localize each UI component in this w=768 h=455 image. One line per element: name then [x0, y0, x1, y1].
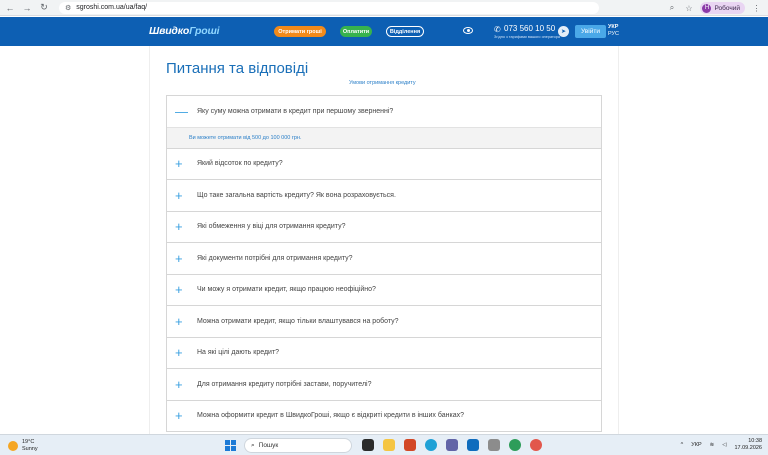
faq-question[interactable]: + Які документи потрібні для отримання кр…: [167, 243, 601, 274]
faq-question[interactable]: + Можна отримати кредит, якщо тільки влаш…: [167, 306, 601, 337]
faq-question-text: Для отримання кредиту потрібні застави, …: [197, 380, 372, 388]
zoom-icon[interactable]: ⌕: [666, 3, 677, 13]
get-money-button[interactable]: Отримати гроші: [274, 26, 326, 37]
clock[interactable]: 10:38 17.09.2026: [734, 438, 762, 452]
faq-item: + Чи можу я отримати кредит, якщо працюю …: [166, 273, 602, 306]
profile-label: Робочий: [714, 4, 740, 12]
faq-item: + На які цілі дають кредит?: [166, 336, 602, 369]
chevron-up-icon[interactable]: ^: [681, 442, 684, 448]
taskbar-search[interactable]: ⌕ Пошук: [244, 438, 352, 453]
phone-number[interactable]: 073 560 10 50: [504, 24, 555, 33]
chrome-icon[interactable]: [530, 439, 542, 451]
faq-item: + Які обмеження у віці для отримання кред…: [166, 210, 602, 243]
avatar: Н: [702, 3, 712, 13]
browser-toolbar: ← → ↻ ⚙ sgroshi.com.ua/ua/faq/ ⌕ ☆ Н Роб…: [0, 0, 768, 16]
conditions-link[interactable]: Умови отримання кредиту: [349, 80, 416, 86]
plus-icon: +: [175, 408, 183, 424]
faq-question-text: Які обмеження у віці для отримання креди…: [197, 223, 346, 231]
time: 10:38: [748, 438, 762, 444]
faq-item: + Що таке загальна вартість кредиту? Як в…: [166, 179, 602, 211]
url-text: sgroshi.com.ua/ua/faq/: [76, 4, 148, 11]
task-view-icon[interactable]: [362, 439, 374, 451]
edge-icon[interactable]: [425, 439, 437, 451]
faq-question-text: На які цілі дають кредит?: [197, 349, 280, 357]
faq-question[interactable]: + На які цілі дають кредит?: [167, 338, 601, 369]
menu-icon[interactable]: ⋮: [751, 4, 762, 13]
faq-question-text: Можна оформити кредит в ШвидкоГроші, якщ…: [197, 412, 464, 420]
pay-button[interactable]: Оплатити: [340, 26, 372, 37]
weather-condition: Sunny: [22, 445, 38, 452]
search-icon: ⌕: [251, 441, 255, 449]
site-info-icon[interactable]: ⚙: [65, 4, 71, 12]
office-icon[interactable]: [404, 439, 416, 451]
faq-question[interactable]: + Що таке загальна вартість кредиту? Як в…: [167, 180, 601, 211]
back-icon[interactable]: ←: [3, 1, 17, 15]
faq-question[interactable]: + Які обмеження у віці для отримання кред…: [167, 212, 601, 243]
faq-question-text: Які документи потрібні для отримання кре…: [197, 254, 353, 262]
plus-icon: +: [175, 156, 183, 172]
logo-main: Швидко: [149, 25, 190, 37]
settings-icon[interactable]: [488, 439, 500, 451]
sun-icon: [8, 440, 18, 451]
faq-question[interactable]: + Який відсоток по кредиту?: [167, 149, 601, 180]
plus-icon: +: [175, 282, 183, 298]
profile-button[interactable]: Н Робочий: [700, 2, 745, 14]
language-indicator[interactable]: УКР: [691, 442, 701, 448]
page-title: Питання та відповіді: [166, 60, 309, 77]
faq-question-text: Можна отримати кредит, якщо тільки влашт…: [197, 317, 399, 325]
search-placeholder: Пошук: [258, 442, 279, 449]
plus-icon: +: [175, 219, 183, 235]
wifi-icon[interactable]: ≋: [710, 442, 715, 448]
reload-icon[interactable]: ↻: [37, 1, 51, 15]
site-header: ШвидкоГроші Отримати гроші Оплатити Відд…: [0, 17, 768, 46]
site-logo[interactable]: ШвидкоГроші: [149, 25, 220, 37]
address-bar[interactable]: ⚙ sgroshi.com.ua/ua/faq/: [59, 1, 599, 14]
lang-ru[interactable]: РУС: [608, 31, 619, 38]
main-content: Питання та відповіді Умови отримання кре…: [149, 46, 619, 434]
weather-widget[interactable]: 19°C Sunny: [8, 439, 38, 452]
faq-question[interactable]: + Чи можу я отримати кредит, якщо працюю …: [167, 275, 601, 306]
plus-icon: +: [175, 345, 183, 361]
faq-question-text: Що таке загальна вартість кредиту? Як во…: [197, 191, 396, 199]
system-tray: ^ УКР ≋ ◁ 10:38 17.09.2026: [681, 438, 762, 452]
faq-question[interactable]: + Для отримання кредиту потрібні застави,…: [167, 369, 601, 400]
plus-icon: +: [175, 313, 183, 329]
lang-ua[interactable]: УКР: [608, 24, 619, 31]
plus-icon: +: [175, 376, 183, 392]
faq-answer: Ви можете отримати від 500 до 100 000 гр…: [167, 126, 601, 148]
windows-start-icon[interactable]: [225, 440, 236, 451]
logo-accent: Гроші: [189, 25, 220, 37]
language-switcher: УКР РУС: [608, 24, 619, 38]
faq-question[interactable]: + Можна оформити кредит в ШвидкоГроші, як…: [167, 401, 601, 432]
phone-note: Згідно з тарифами вашого оператора: [494, 35, 561, 39]
file-explorer-icon[interactable]: [383, 439, 395, 451]
faq-question-text: Чи можу я отримати кредит, якщо працюю н…: [197, 286, 376, 294]
volume-icon[interactable]: ◁: [722, 442, 726, 448]
phone-icon: ✆: [494, 25, 501, 34]
minus-icon: —: [175, 103, 188, 119]
faq-question[interactable]: — Яку суму можна отримати в кредит при пе…: [167, 96, 601, 127]
telegram-icon[interactable]: ➤: [558, 26, 569, 37]
plus-icon: +: [175, 187, 183, 203]
teams-icon[interactable]: [446, 439, 458, 451]
forward-icon[interactable]: →: [20, 1, 34, 15]
date: 17.09.2026: [734, 445, 762, 451]
faq-item: + Для отримання кредиту потрібні застави,…: [166, 368, 602, 400]
bookmark-star-icon[interactable]: ☆: [683, 4, 694, 13]
faq-list: — Яку суму можна отримати в кредит при пе…: [166, 95, 602, 432]
faq-question-text: Яку суму можна отримати в кредит при пер…: [197, 107, 394, 115]
faq-item: + Які документи потрібні для отримання кр…: [166, 242, 602, 274]
faq-item: — Яку суму можна отримати в кредит при пе…: [166, 95, 602, 148]
taskbar: 19°C Sunny ⌕ Пошук ^ УКР ≋ ◁ 10:38 17.09…: [0, 434, 768, 455]
app-icon[interactable]: [509, 439, 521, 451]
login-button[interactable]: Увійти: [575, 25, 606, 38]
faq-item: + Який відсоток по кредиту?: [166, 147, 602, 180]
faq-item: + Можна оформити кредит в ШвидкоГроші, як…: [166, 399, 602, 432]
eye-icon[interactable]: [463, 27, 473, 34]
branches-button[interactable]: Відділення: [386, 26, 424, 37]
faq-item: + Можна отримати кредит, якщо тільки влаш…: [166, 305, 602, 337]
plus-icon: +: [175, 250, 183, 266]
faq-question-text: Який відсоток по кредиту?: [197, 160, 283, 168]
outlook-icon[interactable]: [467, 439, 479, 451]
